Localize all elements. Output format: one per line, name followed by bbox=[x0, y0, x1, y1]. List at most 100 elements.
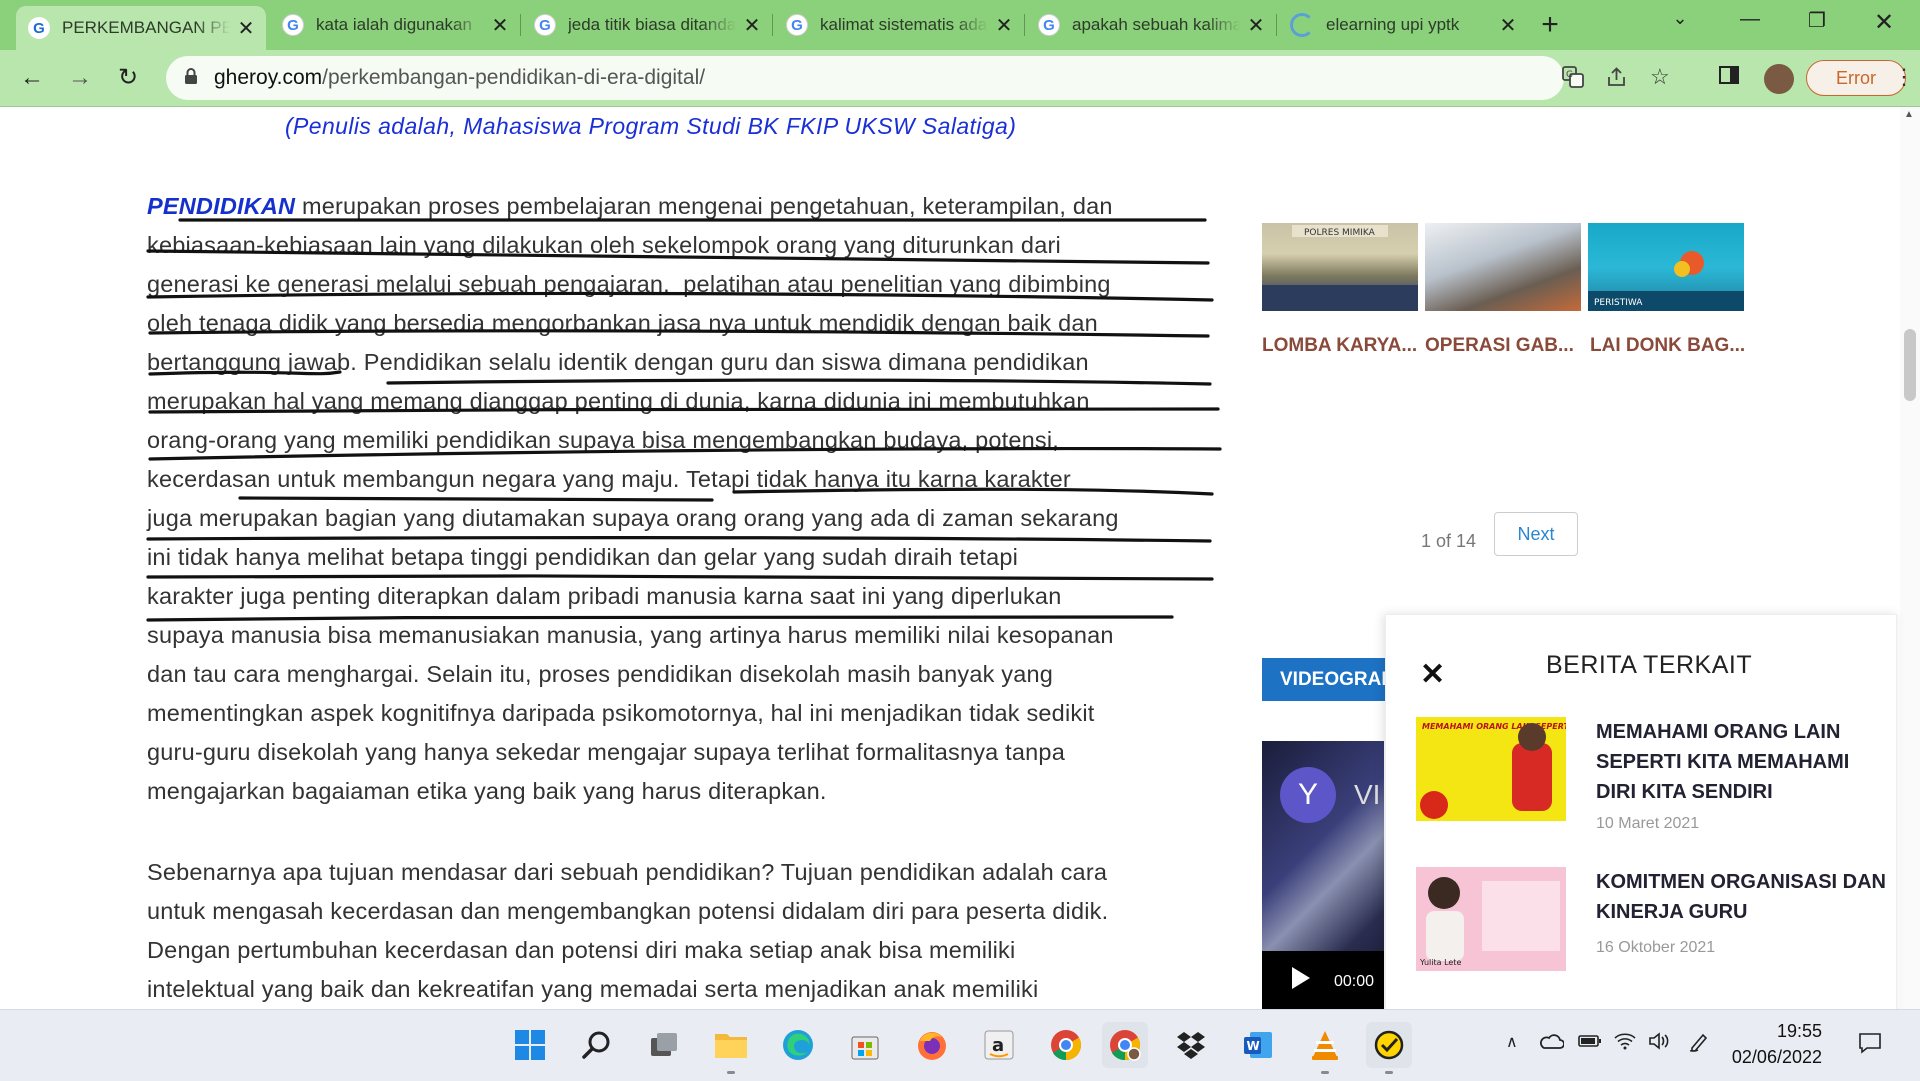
new-tab-button[interactable]: + bbox=[1532, 8, 1568, 42]
next-button[interactable]: Next bbox=[1494, 512, 1578, 556]
close-tab-icon[interactable]: ✕ bbox=[994, 13, 1014, 38]
forward-button[interactable]: → bbox=[64, 62, 96, 94]
show-hidden-icons-icon[interactable]: ∧ bbox=[1506, 1032, 1518, 1052]
pen-icon[interactable] bbox=[1688, 1032, 1710, 1058]
share-icon[interactable] bbox=[1606, 66, 1628, 94]
page-scrollbar[interactable]: ▲ bbox=[1900, 107, 1920, 1009]
loading-spinner-icon bbox=[1290, 13, 1314, 37]
close-window-button[interactable]: ✕ bbox=[1864, 8, 1904, 37]
article-line: Dengan pertumbuhan kecerdasan dan potens… bbox=[147, 937, 1016, 963]
next-label: Next bbox=[1517, 523, 1555, 544]
close-tab-icon[interactable]: ✕ bbox=[236, 16, 256, 41]
profile-error-button[interactable]: Error bbox=[1806, 60, 1906, 96]
notifications-icon[interactable] bbox=[1858, 1032, 1882, 1060]
tab-separator bbox=[520, 14, 521, 36]
article-line: untuk mengasah kecerdasan dan mengembang… bbox=[147, 898, 1109, 924]
tab-title: elearning upi yptk bbox=[1326, 15, 1460, 34]
slider-thumbnail[interactable] bbox=[1425, 223, 1581, 311]
reload-button[interactable]: ↻ bbox=[112, 62, 144, 94]
related-headline[interactable]: MEMAHAMI ORANG LAIN SEPERTI KITA MEMAHAM… bbox=[1596, 717, 1886, 807]
tab[interactable]: G apakah sebuah kalimat ✕ bbox=[1026, 4, 1276, 46]
article-line: mengajarkan bagaiaman etika yang baik ya… bbox=[147, 778, 827, 804]
thumbnail-caption-text: Yulita Lete bbox=[1419, 958, 1461, 967]
tab[interactable]: G kalimat sistematis adalah ✕ bbox=[774, 4, 1024, 46]
scroll-up-icon[interactable]: ▲ bbox=[1904, 109, 1914, 120]
google-icon: G bbox=[1038, 14, 1060, 36]
side-panel-icon[interactable] bbox=[1718, 64, 1740, 92]
slider-caption[interactable]: LOMBA KARYA... bbox=[1262, 335, 1422, 357]
slider-caption[interactable]: LAI DONK BAG... bbox=[1590, 335, 1750, 357]
profile-error-label: Error bbox=[1836, 67, 1876, 88]
thumbnail-caption-text: POLRES MIMIKA bbox=[1304, 228, 1376, 238]
close-tab-icon[interactable]: ✕ bbox=[742, 13, 762, 38]
svg-text:W: W bbox=[1247, 1039, 1260, 1053]
tab[interactable]: G kata ialah digunakan ✕ bbox=[270, 4, 520, 46]
microsoft-store-icon[interactable] bbox=[842, 1022, 888, 1068]
related-thumbnail[interactable]: MEMAHAMI ORANG LAIN SEPERTI KITA MEMAHAM… bbox=[1416, 717, 1733, 821]
ink-underline-annotations bbox=[146, 216, 1222, 622]
tab-title: kalimat sistematis adalah bbox=[820, 15, 988, 34]
volume-icon[interactable] bbox=[1648, 1032, 1670, 1056]
restore-button[interactable]: ❐ bbox=[1797, 8, 1837, 33]
tab-active[interactable]: G PERKEMBANGAN PENDIDIKAN DI ERA DIGITAL… bbox=[16, 6, 266, 50]
edge-icon[interactable] bbox=[775, 1022, 821, 1068]
tab-title: jeda titik biasa ditandai bbox=[568, 15, 736, 34]
svg-text:a: a bbox=[992, 1035, 1004, 1056]
close-tab-icon[interactable]: ✕ bbox=[490, 13, 510, 38]
tab-title: kata ialah digunakan bbox=[316, 15, 472, 34]
back-button[interactable]: ← bbox=[16, 62, 48, 94]
related-headline[interactable]: KOMITMEN ORGANISASI DAN KINERJA GURU bbox=[1596, 867, 1886, 927]
translate-icon[interactable]: G bbox=[1562, 66, 1584, 94]
amazon-icon[interactable]: a bbox=[976, 1022, 1022, 1068]
system-clock[interactable]: 19:55 02/06/2022 bbox=[1722, 1018, 1822, 1070]
file-explorer-icon[interactable] bbox=[708, 1022, 754, 1074]
tab-search-icon[interactable]: ⌄ bbox=[1660, 8, 1700, 29]
minimize-button[interactable]: — bbox=[1730, 8, 1770, 31]
video-player[interactable]: Y VI 00:00 bbox=[1262, 741, 1384, 1009]
thumbnail-caption-text: MEMAHAMI ORANG LAIN SEPERTI KITA MEMAHAM… bbox=[1422, 722, 1566, 731]
related-item[interactable]: Yulita Lete KOMITMEN ORGANISASI DAN KINE… bbox=[1416, 867, 1886, 977]
firefox-icon[interactable] bbox=[909, 1022, 955, 1068]
vlc-icon[interactable] bbox=[1302, 1022, 1348, 1074]
slider-pager: 1 of 14 bbox=[1421, 531, 1477, 551]
slider-caption[interactable]: OPERASI GAB... bbox=[1425, 335, 1585, 357]
task-view-icon[interactable] bbox=[641, 1022, 687, 1068]
windows-start-icon[interactable] bbox=[507, 1022, 553, 1068]
video-title: VI bbox=[1354, 779, 1381, 810]
tab[interactable]: G jeda titik biasa ditandai ✕ bbox=[522, 4, 772, 46]
google-icon: G bbox=[534, 14, 556, 36]
url-path: /perkembangan-pendidikan-di-era-digital/ bbox=[322, 66, 706, 89]
dropbox-icon[interactable] bbox=[1168, 1022, 1214, 1068]
video-time: 00:00 bbox=[1334, 973, 1375, 990]
norton-icon[interactable] bbox=[1366, 1022, 1412, 1074]
svg-text:G: G bbox=[1566, 70, 1573, 80]
thumbnail-caption-text: PERISTIWA bbox=[1594, 298, 1643, 308]
onedrive-icon[interactable] bbox=[1538, 1032, 1565, 1056]
tab[interactable]: elearning upi yptk ✕ bbox=[1278, 4, 1528, 46]
article-paragraph: Sebenarnya apa tujuan mendasar dari sebu… bbox=[147, 853, 1207, 1009]
menu-icon[interactable]: ⋮ bbox=[1893, 64, 1915, 90]
address-bar[interactable]: gheroy.com/perkembangan-pendidikan-di-er… bbox=[166, 56, 1670, 100]
close-icon[interactable]: ✕ bbox=[1420, 657, 1445, 692]
article-line: Sebenarnya apa tujuan mendasar dari sebu… bbox=[147, 859, 1108, 885]
close-tab-icon[interactable]: ✕ bbox=[1246, 13, 1266, 38]
related-item[interactable]: MEMAHAMI ORANG LAIN SEPERTI KITA MEMAHAM… bbox=[1416, 717, 1886, 832]
slider-thumbnail[interactable]: PERISTIWA bbox=[1588, 223, 1744, 311]
related-thumbnail[interactable]: Yulita Lete bbox=[1416, 867, 1566, 971]
wifi-icon[interactable] bbox=[1614, 1032, 1636, 1056]
slider-thumbnail[interactable]: POLRES MIMIKA bbox=[1262, 223, 1418, 311]
search-icon[interactable] bbox=[574, 1022, 620, 1068]
url-text: gheroy.com/perkembangan-pendidikan-di-er… bbox=[214, 66, 705, 90]
chrome-icon[interactable] bbox=[1043, 1022, 1089, 1068]
scrollbar-thumb[interactable] bbox=[1904, 329, 1916, 401]
profile-avatar[interactable] bbox=[1764, 64, 1794, 94]
article-line: mementingkan aspek kognitifnya daripada … bbox=[147, 700, 1095, 726]
close-tab-icon[interactable]: ✕ bbox=[1498, 13, 1518, 38]
battery-icon[interactable] bbox=[1578, 1032, 1602, 1055]
bookmark-star-icon[interactable]: ☆ bbox=[1650, 64, 1670, 90]
chrome-profile-icon[interactable] bbox=[1102, 1022, 1148, 1068]
lock-icon[interactable] bbox=[184, 67, 204, 90]
word-icon[interactable]: W bbox=[1235, 1022, 1281, 1068]
play-icon[interactable] bbox=[1292, 967, 1310, 989]
related-title: BERITA TERKAIT bbox=[1546, 651, 1753, 679]
